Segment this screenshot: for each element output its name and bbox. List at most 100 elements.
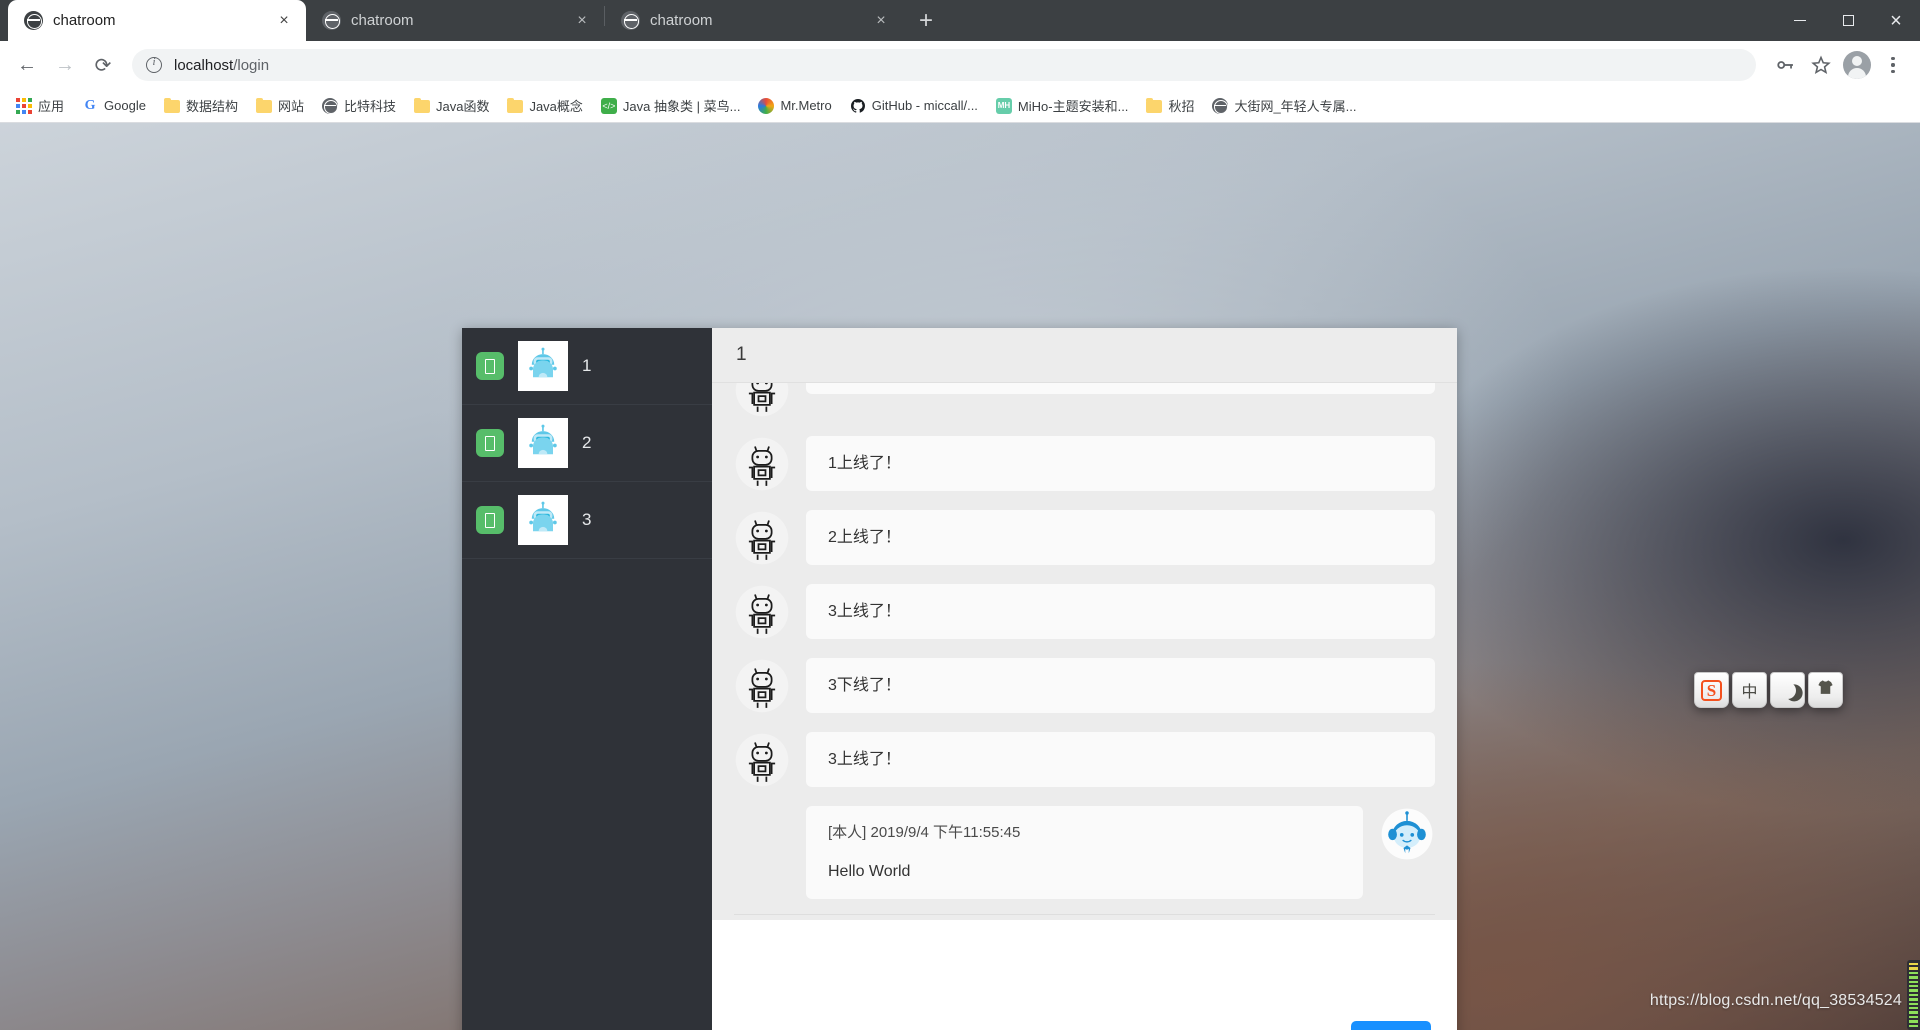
volume-meter-icon (1907, 960, 1920, 1030)
browser-tab-1[interactable]: chatroom × (8, 0, 306, 41)
robot-head-blue-icon (1379, 806, 1435, 862)
tab-close-icon[interactable]: × (869, 9, 893, 33)
bookmark-label: 秋招 (1168, 99, 1195, 114)
sogou-logo-key[interactable]: S (1694, 672, 1729, 708)
bookmark-label: Java 抽象类 | 菜鸟... (622, 99, 741, 114)
new-tab-button[interactable]: + (909, 4, 943, 38)
browser-toolbar: ← → ⟳ localhost/login (0, 41, 1920, 89)
robot-line-icon (734, 383, 790, 418)
bookmark-runoob[interactable]: </> Java 抽象类 | 菜鸟... (593, 93, 749, 118)
message-bubble: 3上线了！ (806, 732, 1435, 788)
send-button[interactable]: 发送 (1350, 1021, 1431, 1030)
message-divider (734, 913, 1435, 915)
bookmark-label: 比特科技 (343, 99, 396, 114)
sogou-s-icon: S (1701, 679, 1722, 701)
composer-actions: 发送 (712, 1019, 1457, 1030)
message-bubble (806, 383, 1435, 394)
tab-title: chatroom (53, 12, 116, 29)
globe-icon (621, 11, 640, 30)
message-text: Hello World (828, 862, 911, 880)
folder-icon (255, 98, 272, 113)
forward-button[interactable]: → (48, 48, 82, 82)
key-icon[interactable] (1768, 48, 1802, 82)
bookmark-label: MiHo-主题安装和... (1017, 99, 1129, 114)
minimize-icon (1794, 19, 1806, 22)
bookmark-miho[interactable]: MH MiHo-主题安装和... (988, 93, 1137, 118)
watermark-url: https://blog.csdn.net/qq_38534524 (1649, 992, 1902, 1009)
robot-avatar-icon (518, 495, 568, 545)
robot-line-icon (734, 584, 790, 640)
miho-icon: MH (995, 97, 1012, 114)
night-mode-key[interactable] (1770, 672, 1805, 708)
chatroom-app-window: 1 2 3 1 1上线了！ 2上线了！ 3上线了！ 3下线了！ 3上线了！ [本… (462, 328, 1457, 1030)
info-circle-icon[interactable] (146, 56, 162, 73)
online-badge-icon (476, 352, 504, 380)
sidebar-user-name: 3 (582, 510, 592, 529)
bookmark-java-concepts[interactable]: Java概念 (499, 93, 590, 118)
bookmark-google[interactable]: G Google (74, 95, 154, 117)
user-list-sidebar: 1 2 3 (462, 328, 712, 1030)
online-badge-icon (476, 429, 504, 457)
message-list[interactable]: 1上线了！ 2上线了！ 3上线了！ 3下线了！ 3上线了！ [本人] 2019/… (712, 383, 1457, 920)
kebab-menu-icon[interactable] (1876, 48, 1910, 82)
message-row: 3上线了！ (734, 575, 1435, 649)
chat-header: 1 (712, 328, 1457, 383)
maximize-icon (1842, 15, 1854, 26)
bookmark-apps[interactable]: 应用 (8, 93, 72, 118)
tab-title: chatroom (351, 12, 414, 29)
message-row: 1上线了！ (734, 427, 1435, 501)
avatar[interactable] (1840, 48, 1874, 82)
bookmark-bitetech[interactable]: 比特科技 (314, 93, 404, 118)
bookmark-qiuzhao[interactable]: 秋招 (1138, 93, 1202, 118)
star-icon[interactable] (1804, 48, 1838, 82)
runoob-icon: </> (600, 97, 617, 114)
bookmark-java-functions[interactable]: Java函数 (406, 93, 497, 118)
ime-floating-toolbar: S 中 (1694, 672, 1843, 708)
github-icon (850, 98, 866, 114)
bookmark-mrmetro[interactable]: Mr.Metro (750, 95, 839, 117)
bookmark-websites[interactable]: 网站 (248, 93, 312, 118)
message-row (734, 383, 1435, 427)
browser-tab-3[interactable]: chatroom × (605, 0, 903, 41)
robot-line-icon (734, 510, 790, 566)
message-scroll-area: 1上线了！ 2上线了！ 3上线了！ 3下线了！ 3上线了！ [本人] 2019/… (712, 383, 1457, 915)
robot-line-icon (734, 732, 790, 788)
window-close-button[interactable]: × (1872, 0, 1920, 41)
tab-close-icon[interactable]: × (272, 9, 296, 33)
sidebar-empty-space (462, 559, 712, 1030)
reload-button[interactable]: ⟳ (86, 48, 120, 82)
sidebar-item-user-2[interactable]: 2 (462, 405, 712, 482)
browser-chrome: chatroom × chatroom × chatroom × + × ← →… (0, 0, 1920, 123)
url-path: /login (233, 56, 270, 74)
bookmark-label: Java概念 (529, 99, 583, 114)
bookmark-github[interactable]: GitHub - miccall/... (842, 95, 986, 117)
sidebar-item-user-3[interactable]: 3 (462, 482, 712, 559)
message-row: 2上线了！ (734, 501, 1435, 575)
tab-title: chatroom (650, 12, 713, 29)
folder-icon (163, 98, 180, 113)
language-mode-key[interactable]: 中 (1732, 672, 1767, 708)
bookmark-label: Java函数 (435, 99, 490, 114)
chinese-mode-label: 中 (1741, 684, 1758, 701)
message-input[interactable] (712, 920, 1457, 1019)
address-bar[interactable]: localhost/login (132, 49, 1756, 81)
globe-icon (1212, 97, 1229, 114)
sidebar-item-user-1[interactable]: 1 (462, 328, 712, 405)
bookmark-datastructure[interactable]: 数据结构 (156, 93, 246, 118)
window-maximize-button[interactable] (1824, 0, 1872, 41)
browser-tab-2[interactable]: chatroom × (306, 0, 604, 41)
bookmark-dajie[interactable]: 大街网_年轻人专属... (1204, 93, 1364, 118)
tab-close-icon[interactable]: × (570, 9, 594, 33)
google-g-icon: G (84, 97, 96, 113)
message-row: 3上线了！ (734, 723, 1435, 797)
bookmark-label: Google (104, 98, 146, 113)
bookmark-label: GitHub - miccall/... (871, 98, 978, 113)
moon-icon (1776, 679, 1799, 702)
skin-key[interactable] (1808, 672, 1843, 708)
globe-icon (322, 11, 341, 30)
back-button[interactable]: ← (10, 48, 44, 82)
window-minimize-button[interactable] (1776, 0, 1824, 41)
message-timestamp: [本人] 2019/9/4 下午11:55:45 (828, 824, 1021, 841)
page-title: 1 (736, 344, 747, 365)
profile-avatar-icon (1843, 51, 1871, 79)
